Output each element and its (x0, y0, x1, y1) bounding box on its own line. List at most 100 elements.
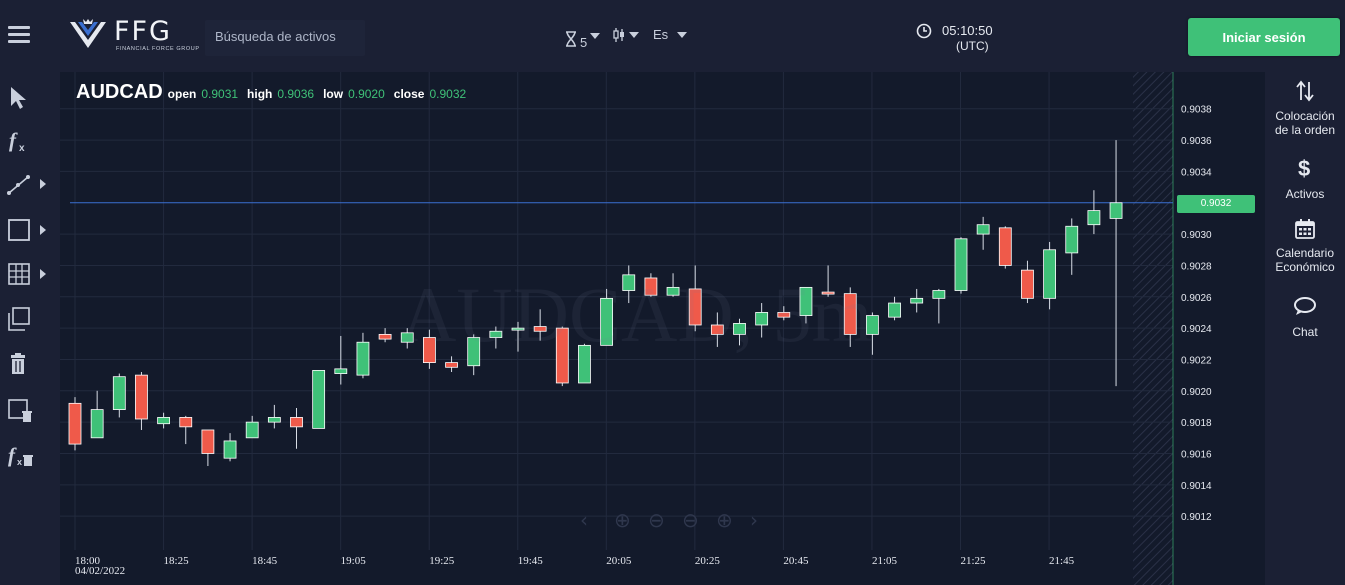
candle-body (1109, 202, 1123, 219)
delete-indicators-tool[interactable]: f x (6, 440, 54, 470)
zoom-control-icon: ⊕ (716, 508, 733, 532)
zoom-control-icon: ⊖ (682, 508, 699, 532)
submenu-arrow-icon (40, 179, 46, 189)
candle-body (954, 238, 968, 291)
x-tick-label: 20:05 (606, 555, 632, 567)
low-value: 0.9020 (348, 87, 385, 101)
clock-timezone: (UTC) (956, 39, 989, 53)
trendline-icon (7, 175, 46, 195)
candlestick-icon (613, 28, 624, 42)
search-input[interactable] (215, 29, 355, 44)
cursor-tool[interactable] (6, 82, 54, 112)
hourglass-icon (566, 30, 576, 47)
candle-body (445, 362, 458, 368)
order-placement-label-1: Colocación (1275, 109, 1335, 123)
calendar-icon (1295, 219, 1315, 239)
candle-body (976, 224, 990, 235)
ohlc-legend: AUDCAD open 0.9031 high 0.9036 low 0.902… (76, 81, 470, 104)
language-selector[interactable]: Es (653, 27, 688, 42)
chevron-down-icon (590, 32, 601, 39)
trendline-tool[interactable] (6, 170, 54, 200)
x-tick-label: 20:45 (783, 555, 809, 567)
candle-body (1021, 269, 1034, 299)
delete-drawings-icon (8, 399, 32, 422)
candle-body (112, 376, 126, 411)
y-tick-label: 0.9026 (1181, 293, 1212, 304)
candle-body (378, 333, 392, 340)
logo[interactable]: FFG FINANCIAL FORCE GROUP (68, 16, 199, 58)
login-button[interactable]: Iniciar sesión (1188, 18, 1340, 56)
clone-tool[interactable] (6, 305, 54, 335)
y-tick-label: 0.9022 (1181, 355, 1212, 366)
grid-icon (8, 263, 46, 285)
candle-body (932, 290, 946, 299)
rectangle-tool[interactable] (6, 215, 54, 245)
candle-body (910, 297, 924, 304)
chart-watermark: AUDCAD, 5m (400, 271, 873, 358)
delete-drawings-tool[interactable] (6, 395, 54, 425)
economic-calendar-button[interactable]: Calendario Económico (1265, 218, 1345, 274)
timeframe-value: 5 (580, 35, 588, 50)
dollar-icon: $ (1298, 156, 1310, 181)
timeframe-selector[interactable]: 5 (565, 27, 601, 50)
trash-icon (11, 353, 25, 374)
grid-tool[interactable] (6, 259, 54, 289)
y-tick-label: 0.9028 (1181, 261, 1212, 272)
candle-body (179, 417, 193, 428)
order-placement-label-2: de la orden (1274, 123, 1336, 137)
x-tick-label: 18:45 (252, 555, 278, 567)
candle-body (1065, 225, 1079, 254)
chat-button[interactable]: Chat (1265, 296, 1345, 339)
asset-search[interactable] (205, 20, 365, 56)
date-label: 04/02/2022 (75, 565, 125, 577)
drawing-toolbar: f x f x (0, 72, 60, 585)
logo-emblem-icon (70, 19, 106, 48)
close-label: close (393, 87, 425, 101)
clock-time: 05:10:50 (942, 23, 993, 38)
logo-text: FFG (114, 16, 172, 47)
current-price-tag: 0.9032 (1177, 195, 1255, 213)
candle-body (1043, 249, 1056, 299)
candle-body (290, 417, 303, 428)
candle-body (90, 409, 104, 439)
candle-body (267, 417, 281, 423)
zoom-control-icon: ‹ (580, 508, 588, 532)
chat-icon (1294, 297, 1316, 315)
candle-body (356, 341, 370, 376)
y-tick-label: 0.9012 (1181, 512, 1212, 523)
language-value: Es (653, 27, 669, 42)
candle-body (998, 227, 1012, 266)
assets-button[interactable]: $ Activos (1265, 156, 1345, 201)
open-value: 0.9031 (201, 87, 239, 101)
chevron-down-icon (629, 32, 639, 38)
x-tick-label: 21:25 (961, 555, 987, 567)
high-value: 0.9036 (277, 87, 315, 101)
delete-tool[interactable] (6, 350, 54, 380)
y-tick-label: 0.9038 (1181, 105, 1212, 116)
menu-icon[interactable] (8, 26, 30, 44)
candle-body (68, 402, 82, 445)
y-tick-label: 0.9020 (1181, 387, 1212, 398)
order-placement-icon (1296, 80, 1314, 102)
zoom-control-icon: › (750, 508, 758, 532)
order-placement-button[interactable]: Colocación de la orden (1265, 80, 1345, 137)
candle-body (157, 417, 170, 425)
logo-subtext: FINANCIAL FORCE GROUP (116, 46, 200, 52)
y-tick-label: 0.9036 (1181, 136, 1212, 147)
clone-icon (8, 307, 30, 331)
indicator-tool[interactable]: f x (6, 126, 54, 156)
x-tick-label: 19:45 (518, 555, 544, 567)
chart-type-selector[interactable] (612, 27, 639, 43)
x-tick-label: 19:25 (429, 555, 455, 567)
zoom-control-icon: ⊖ (648, 508, 665, 532)
chat-label: Chat (1292, 325, 1318, 339)
right-panel: Colocación de la orden $ Activos Calenda… (1265, 72, 1345, 585)
close-value: 0.9032 (429, 87, 467, 101)
delete-indicators-icon: f x (8, 443, 33, 467)
y-tick-label: 0.9014 (1181, 481, 1212, 492)
y-tick-label: 0.9016 (1181, 449, 1212, 460)
low-label: low (323, 87, 344, 101)
x-tick-label: 18:25 (164, 555, 190, 567)
symbol-label: AUDCAD (76, 81, 163, 103)
x-tick-label: 19:05 (341, 555, 367, 567)
